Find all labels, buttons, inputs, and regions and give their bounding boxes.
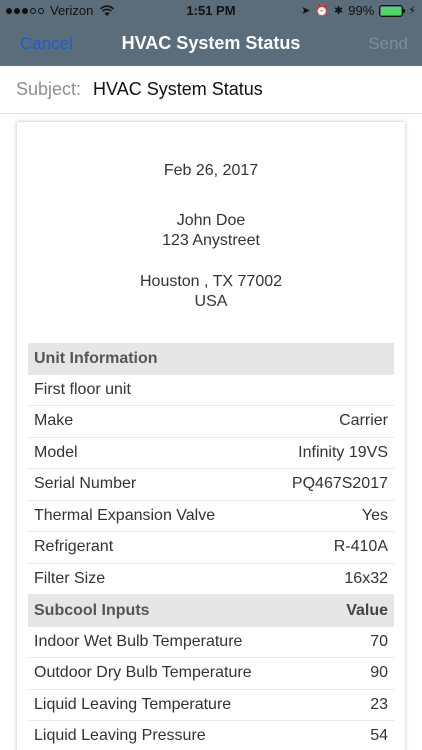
- customer-city: Houston , TX 77002: [139, 273, 283, 290]
- row-value: 23: [370, 695, 388, 713]
- row-label: Liquid Leaving Pressure: [34, 727, 206, 745]
- table-row: Filter Size 16x32: [28, 564, 394, 595]
- table-row: Outdoor Dry Bulb Temperature 90: [28, 658, 394, 690]
- document-date: Feb 26, 2017: [163, 162, 259, 179]
- unit-information-header: Unit Information: [28, 343, 394, 375]
- row-label: Liquid Leaving Temperature: [34, 695, 232, 713]
- nav-bar: Cancel HVAC System Status Send: [0, 22, 422, 66]
- table-row: Liquid Leaving Temperature 23: [28, 690, 394, 721]
- battery-icon: [379, 4, 406, 17]
- row-label: Make: [34, 412, 74, 430]
- table-row: Make Carrier: [28, 406, 394, 438]
- row-label: Model: [34, 443, 78, 461]
- row-value: 90: [370, 664, 388, 682]
- nav-title: HVAC System Status: [121, 33, 301, 53]
- row-label: Thermal Expansion Valve: [34, 506, 216, 524]
- battery-fill: [381, 6, 402, 15]
- table-row: Serial Number PQ467S2017: [28, 469, 394, 501]
- send-button[interactable]: Send: [368, 34, 408, 54]
- row-value: Yes: [361, 506, 388, 524]
- table-row: Thermal Expansion Valve Yes: [28, 501, 394, 532]
- subcool-inputs-header: Subcool Inputs Value: [28, 595, 394, 627]
- table-row: Indoor Wet Bulb Temperature 70: [28, 627, 394, 658]
- status-right: ➤ ⏰ ✱ 99% ⚡: [301, 3, 416, 18]
- row-label: Filter Size: [34, 569, 106, 587]
- section-title: Unit Information: [34, 349, 158, 367]
- table-row: Model Infinity 19VS: [28, 438, 394, 469]
- section-title: Subcool Inputs: [34, 601, 150, 619]
- table-row: Refrigerant R-410A: [28, 532, 394, 564]
- unit-name: First floor unit: [34, 380, 131, 398]
- row-value: 54: [370, 727, 388, 745]
- subject-value[interactable]: HVAC System Status: [93, 79, 263, 100]
- status-bar: Verizon 1:51 PM ➤ ⏰ ✱ 99% ⚡: [0, 0, 422, 22]
- row-value: R-410A: [333, 538, 388, 556]
- section-value-title: Value: [346, 601, 388, 619]
- row-label: Serial Number: [34, 475, 137, 493]
- bluetooth-icon: ✱: [334, 4, 344, 17]
- document-card: Feb 26, 2017 John Doe 123 Anystreet Hous…: [17, 122, 405, 750]
- battery-percent: 99%: [348, 3, 375, 18]
- table-row: Liquid Leaving Pressure 54: [28, 721, 394, 750]
- location-arrow-icon: ➤: [301, 4, 311, 17]
- alarm-icon: ⏰: [315, 4, 330, 17]
- customer-name: John Doe: [176, 212, 246, 229]
- row-value: 16x32: [344, 569, 388, 587]
- customer-country: USA: [194, 293, 228, 310]
- charging-bolt-icon: ⚡: [408, 5, 416, 17]
- row-label: Refrigerant: [34, 538, 114, 556]
- customer-street: 123 Anystreet: [162, 232, 260, 249]
- table-row: First floor unit: [28, 375, 394, 406]
- row-value: Infinity 19VS: [298, 443, 388, 461]
- header: Verizon 1:51 PM ➤ ⏰ ✱ 99% ⚡ Cancel HVAC …: [0, 0, 422, 66]
- row-value: PQ467S2017: [291, 475, 388, 493]
- status-table: Unit Information First floor unit Make C…: [28, 343, 394, 750]
- row-value: 70: [370, 632, 388, 650]
- row-label: Indoor Wet Bulb Temperature: [34, 632, 243, 650]
- subject-label: Subject:: [16, 79, 82, 99]
- row-label: Outdoor Dry Bulb Temperature: [34, 664, 252, 682]
- row-value: Carrier: [339, 412, 388, 430]
- subject-row[interactable]: Subject: HVAC System Status: [0, 66, 422, 114]
